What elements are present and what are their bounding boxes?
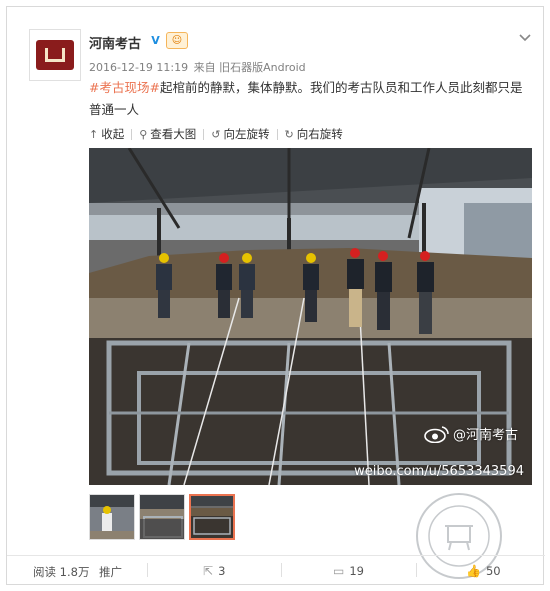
rotate-left-button[interactable]: ↺ 向左旋转 (211, 126, 269, 142)
member-badge[interactable]: ☺ (166, 32, 188, 49)
rotate-right-label: 向右旋转 (296, 127, 343, 141)
comment-count: 19 (349, 564, 364, 578)
collapse-label: 收起 (101, 127, 125, 141)
read-count-label: 阅读 1.8万 (33, 565, 90, 579)
rotate-left-icon: ↺ (211, 127, 221, 141)
collapse-button[interactable]: ↑ 收起 (89, 126, 124, 142)
watermark-url: weibo.com/u/5653343594 (354, 464, 524, 479)
username[interactable]: 河南考古 (89, 33, 141, 52)
image-toolbar: ↑ 收起 ⚲ 查看大图 ↺ 向左旋转 ↻ 向右旋转 (89, 125, 350, 143)
post-text: #考古现场#起棺前的静默，集体静默。我们的考古队员和工作人员此刻都只是普通一人 (89, 77, 529, 121)
weibo-logo-icon (424, 425, 449, 443)
promote-button[interactable]: 推广 (99, 564, 122, 580)
share-icon: ⇱ (203, 564, 214, 578)
watermark-handle-text: @河南考古 (452, 428, 518, 443)
magnify-icon: ⚲ (139, 127, 148, 141)
post-footer: 阅读 1.8万 推广 ⇱ 3 ▭ 19 👍 50 (7, 555, 545, 585)
thumbnail-2[interactable] (139, 494, 185, 540)
view-large-button[interactable]: ⚲ 查看大图 (139, 126, 196, 142)
watermark-handle: @河南考古 (424, 424, 518, 443)
post-source: 来自 旧石器版Android (193, 61, 306, 74)
thumbnail-strip (89, 494, 239, 542)
thumbnail-1[interactable] (89, 494, 135, 540)
thumbnail-3-selected[interactable] (189, 494, 235, 540)
hashtag-link[interactable]: #考古现场# (89, 80, 160, 95)
view-large-label: 查看大图 (150, 127, 197, 141)
like-count: 50 (485, 564, 501, 578)
rotate-left-label: 向左旋转 (223, 127, 270, 141)
like-button[interactable]: 👍 50 (466, 564, 501, 578)
rotate-right-button[interactable]: ↻ 向右旋转 (285, 126, 343, 142)
repost-count: 3 (218, 564, 226, 578)
henan-archaeology-logo (36, 40, 74, 70)
rotate-right-icon: ↻ (284, 127, 294, 141)
post-time[interactable]: 2016-12-19 11:19 (89, 61, 188, 74)
post-meta: 2016-12-19 11:19 来自 旧石器版Android (89, 59, 306, 75)
read-count: 阅读 1.8万 (33, 564, 89, 580)
promote-label: 推广 (99, 565, 122, 579)
post-image-large[interactable]: @河南考古 weibo.com/u/5653343594 (89, 148, 532, 485)
avatar[interactable] (29, 29, 81, 81)
weibo-post-card: 河南考古 V ☺ 2016-12-19 11:19 来自 旧石器版Android… (6, 6, 545, 585)
comment-button[interactable]: ▭ 19 (333, 564, 364, 578)
thumb-up-icon: 👍 (466, 564, 481, 578)
up-arrow-icon: ↑ (89, 127, 99, 141)
verified-icon: V (151, 34, 160, 47)
comment-icon: ▭ (333, 564, 345, 578)
repost-button[interactable]: ⇱ 3 (203, 564, 225, 578)
chevron-down-icon[interactable] (517, 29, 533, 45)
